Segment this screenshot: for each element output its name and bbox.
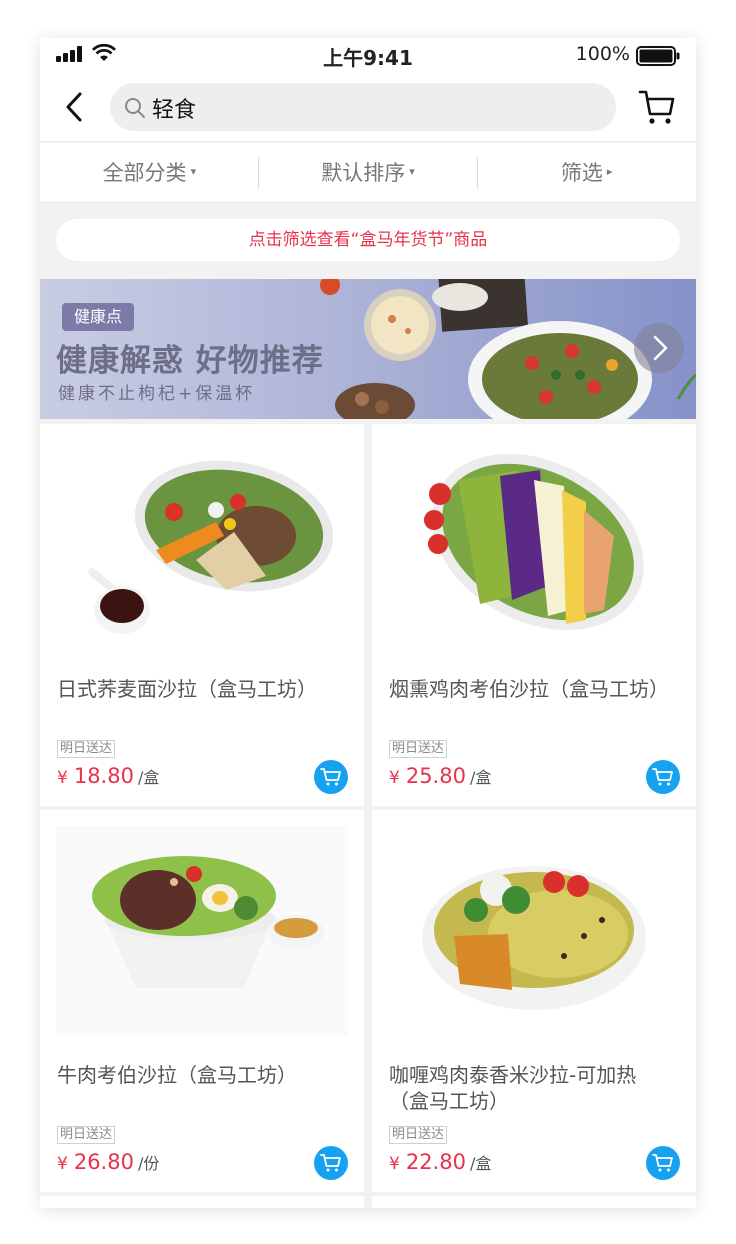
product-image [56, 826, 348, 1036]
back-icon[interactable] [62, 90, 88, 124]
product-price: ¥26.80/份 [57, 1150, 160, 1174]
divider [477, 157, 478, 189]
product-card[interactable]: 烟熏鸡肉考伯沙拉（盒马工坊） 明日送达 ¥25.80/盒 [372, 424, 696, 806]
search-input[interactable]: 轻食 [110, 83, 616, 131]
add-to-cart-icon [320, 1154, 341, 1172]
delivery-tag: 明日送达 [389, 740, 448, 758]
right-arrow-icon: ▸ [606, 165, 613, 178]
product-image [422, 866, 646, 1010]
app-screen: 上午9:41 100% 轻食 全部分类 ▾ 默认排序 ▾ 筛选 ▸ 点击筛选查看… [40, 38, 696, 1208]
filter-bar: 全部分类 ▾ 默认排序 ▾ 筛选 ▸ [40, 143, 696, 203]
product-card-partial [40, 1196, 364, 1208]
divider [258, 157, 259, 189]
delivery-tag: 明日送达 [57, 740, 116, 758]
product-card[interactable]: 咖喱鸡肉泰香米沙拉-可加热（盒马工坊） 明日送达 ¥22.80/盒 [372, 810, 696, 1192]
add-to-cart-button[interactable] [314, 1146, 348, 1180]
product-name: 烟熏鸡肉考伯沙拉（盒马工坊） [389, 677, 669, 701]
chevron-right-icon [653, 335, 668, 361]
search-query: 轻食 [152, 98, 197, 123]
product-card[interactable]: 日式荞麦面沙拉（盒马工坊） 明日送达 ¥18.80/盒 [40, 424, 364, 806]
add-to-cart-button[interactable] [646, 1146, 680, 1180]
promo-banner[interactable]: 健康点 健康解惑 好物推荐 健康不止枸杞+保温杯 [40, 279, 696, 419]
dropdown-arrow-icon: ▾ [190, 165, 197, 178]
filter-sort[interactable]: 默认排序 ▾ [259, 143, 478, 202]
search-icon [125, 98, 145, 118]
delivery-tag: 明日送达 [57, 1126, 116, 1144]
filter-category[interactable]: 全部分类 ▾ [40, 143, 259, 202]
product-name: 日式荞麦面沙拉（盒马工坊） [57, 677, 317, 701]
add-to-cart-icon [652, 1154, 673, 1172]
dropdown-arrow-icon: ▾ [409, 165, 415, 178]
add-to-cart-icon [320, 768, 341, 786]
status-bar: 上午9:41 100% [40, 38, 696, 74]
cart-icon[interactable] [638, 88, 676, 126]
product-name: 牛肉考伯沙拉（盒马工坊） [57, 1063, 297, 1087]
banner-badge: 健康点 [62, 303, 134, 331]
banner-next-button[interactable] [634, 323, 684, 373]
search-nav-bar: 轻食 [40, 74, 696, 142]
product-image [424, 453, 644, 631]
add-to-cart-button[interactable] [314, 760, 348, 794]
battery-percent: 100% [575, 43, 630, 65]
battery-icon [636, 46, 680, 66]
promo-notice[interactable]: 点击筛选查看“盒马年货节”商品 [56, 219, 680, 261]
product-price: ¥25.80/盒 [389, 764, 492, 788]
delivery-tag: 明日送达 [389, 1126, 448, 1144]
product-price: ¥18.80/盒 [57, 764, 160, 788]
product-card-partial [372, 1196, 696, 1208]
product-price: ¥22.80/盒 [389, 1150, 492, 1174]
banner-subtitle: 健康不止枸杞+保温杯 [58, 384, 256, 404]
add-to-cart-icon [652, 768, 673, 786]
filter-screen[interactable]: 筛选 ▸ [477, 143, 696, 202]
add-to-cart-button[interactable] [646, 760, 680, 794]
banner-title: 健康解惑 好物推荐 [56, 343, 324, 379]
product-name: 咖喱鸡肉泰香米沙拉-可加热（盒马工坊） [389, 1063, 637, 1113]
product-card[interactable]: 牛肉考伯沙拉（盒马工坊） 明日送达 ¥26.80/份 [40, 810, 364, 1192]
product-image [88, 460, 334, 634]
notice-area: 点击筛选查看“盒马年货节”商品 [40, 204, 696, 278]
